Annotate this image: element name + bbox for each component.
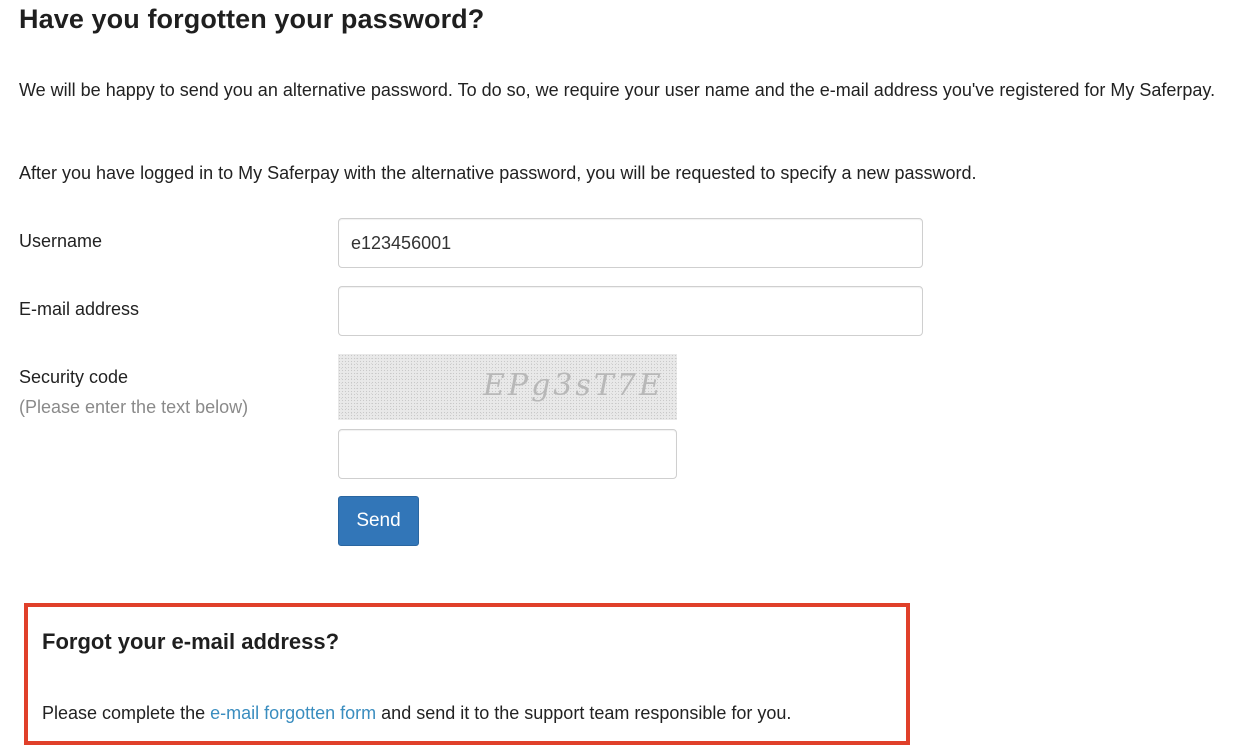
captcha-text: EPg3sT7E bbox=[483, 368, 664, 403]
email-forgotten-notice: Forgot your e-mail address? Please compl… bbox=[24, 603, 910, 745]
page-title: Have you forgotten your password? bbox=[19, 4, 485, 34]
username-input[interactable] bbox=[338, 218, 923, 268]
username-label: Username bbox=[19, 231, 103, 251]
email-input[interactable] bbox=[338, 286, 923, 336]
security-code-hint: (Please enter the text below) bbox=[19, 397, 249, 417]
email-forgotten-text-before: Please complete the bbox=[42, 703, 211, 723]
security-code-label: Security code bbox=[19, 367, 129, 387]
email-forgotten-text-after: and send it to the support team responsi… bbox=[376, 703, 792, 723]
intro-text-login-info: After you have logged in to My Saferpay … bbox=[19, 163, 977, 183]
email-forgotten-text: Please complete the e-mail forgotten for… bbox=[42, 703, 791, 724]
intro-text: We will be happy to send you an alternat… bbox=[19, 80, 1216, 100]
email-forgotten-form-link[interactable]: e-mail forgotten form bbox=[210, 703, 376, 723]
captcha-image: EPg3sT7E bbox=[338, 354, 677, 420]
send-button[interactable]: Send bbox=[338, 496, 419, 546]
forgot-password-page: Have you forgotten your password? We wil… bbox=[19, 0, 1234, 749]
email-label: E-mail address bbox=[19, 299, 140, 319]
security-code-input[interactable] bbox=[338, 429, 677, 479]
email-forgotten-title: Forgot your e-mail address? bbox=[42, 629, 340, 654]
